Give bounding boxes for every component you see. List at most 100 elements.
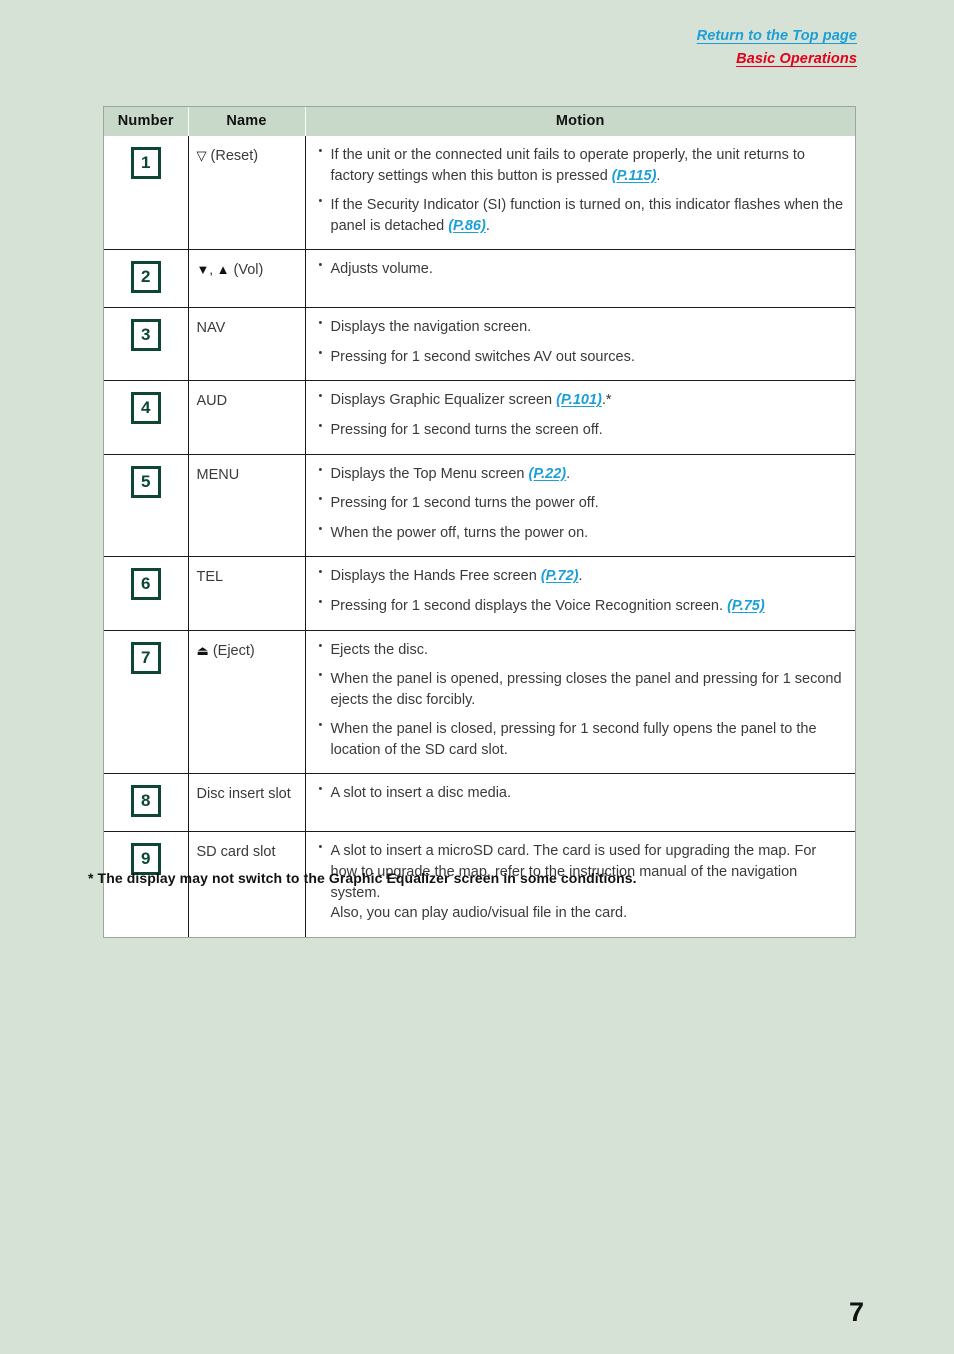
motion-bullet-list: Displays the navigation screen. Pressing … [318,316,846,368]
motion-bullet: When the panel is closed, pressing for 1… [318,718,846,760]
row-motion-cell: Displays the Hands Free screen (P.72). Pr… [305,556,855,631]
row-motion-cell: Displays Graphic Equalizer screen (P.101… [305,380,855,455]
number-badge: 7 [130,641,161,674]
page-reference-link[interactable]: (P.22) [529,466,567,482]
number-badge: 4 [130,392,161,425]
basic-operations-link[interactable]: Basic Operations [736,52,857,67]
motion-text-suffix: . [566,465,571,482]
page-reference-link[interactable]: (P.101) [556,392,602,408]
motion-text: Pressing for 1 second displays the Voice… [330,597,728,614]
motion-bullet: A slot to insert a disc media. [318,782,846,804]
page-reference-link[interactable]: (P.75) [727,598,765,614]
header-links: Return to the Top page Basic Operations [697,28,857,67]
name-label: (Reset) [210,148,259,164]
motion-text-suffix: . [578,568,583,585]
name-label: NAV [196,320,226,337]
row-name-cell: ⏏ (Eject) [188,629,306,774]
motion-bullet-list: Displays the Top Menu screen (P.22). Pres… [318,463,846,544]
motion-text: When the panel is opened, pressing close… [330,671,842,708]
name-label: AUD [196,393,228,410]
motion-bullet-list: A slot to insert a disc media. [318,782,846,804]
row-name-cell: Disc insert slot [188,773,306,832]
row-name-cell: ▽ (Reset) [188,136,306,250]
table-row: 6 TEL Displays the Hands Free screen (P.72… [104,556,855,631]
row-number-cell: 5 [104,453,189,557]
motion-bullet: Pressing for 1 second turns the power of… [318,492,846,514]
motion-text: If the unit or the connected unit fails … [330,147,806,184]
column-header-name: Name [188,107,306,136]
row-motion-cell: Ejects the disc. When the panel is opened… [305,629,855,774]
motion-text: Pressing for 1 second switches AV out so… [330,348,635,365]
table-row: 3 NAV Displays the navigation screen. Press… [104,307,855,381]
footnote-text: * The display may not switch to the Grap… [88,870,637,886]
motion-bullet: Adjusts volume. [318,258,846,280]
number-badge: 2 [130,261,161,294]
table-row: 1 ▽ (Reset) If the unit or the connected u… [104,136,855,250]
name-label: Disc insert slot [196,786,291,803]
name-label: (Eject) [212,642,255,659]
row-number-cell: 2 [104,249,189,308]
motion-text: Displays the Hands Free screen [330,568,541,585]
motion-bullet: Pressing for 1 second switches AV out so… [318,346,846,368]
motion-text: A slot to insert a disc media. [330,785,512,802]
motion-bullet: Pressing for 1 second displays the Voice… [318,595,846,617]
return-to-top-page-link[interactable]: Return to the Top page [697,29,857,44]
row-number-cell: 6 [104,556,189,631]
column-header-motion: Motion [305,107,855,136]
button-reference-table: Number Name Motion 1 ▽ (Reset) If the unit… [103,106,856,938]
motion-text: Adjusts volume. [330,261,433,278]
motion-text: Displays the navigation screen. [330,319,532,336]
row-motion-cell: If the unit or the connected unit fails … [305,136,855,250]
column-header-number: Number [104,107,189,136]
row-number-cell: 4 [104,380,189,455]
motion-text: If the Security Indicator (SI) function … [330,197,844,234]
motion-text: Ejects the disc. [330,641,429,658]
row-name-cell: MENU [188,453,306,557]
motion-text-suffix: . [656,167,661,184]
motion-bullet: Ejects the disc. [318,639,846,661]
row-motion-cell: Adjusts volume. [305,249,855,308]
row-motion-cell: Displays the navigation screen. Pressing … [305,307,855,381]
row-motion-cell: A slot to insert a disc media. [305,773,855,832]
motion-text: When the panel is closed, pressing for 1… [330,721,817,758]
row-number-cell: 3 [104,307,189,381]
motion-bullet: If the Security Indicator (SI) function … [318,194,846,236]
motion-bullet: When the power off, turns the power on. [318,522,846,544]
motion-bullet: When the panel is opened, pressing close… [318,668,846,710]
number-badge: 3 [130,319,161,352]
page-reference-link[interactable]: (P.115) [612,168,657,184]
motion-text-suffix: .* [601,392,612,409]
page-reference-link[interactable]: (P.86) [448,218,486,234]
page-number: 7 [848,1297,864,1327]
row-name-cell: TEL [188,556,306,631]
motion-text-suffix: . [485,217,490,234]
name-symbol-icon: ▼, ▲ [196,262,230,278]
number-badge: 5 [130,465,161,498]
motion-bullet-list: If the unit or the connected unit fails … [318,144,846,236]
page-reference-link[interactable]: (P.72) [541,568,579,584]
table-header-row: Number Name Motion [104,107,855,136]
motion-bullet-list: Displays the Hands Free screen (P.72). Pr… [318,565,846,617]
row-motion-cell: Displays the Top Menu screen (P.22). Pres… [305,453,855,557]
motion-bullet-list: Displays Graphic Equalizer screen (P.101… [318,389,846,441]
table-row: 4 AUD Displays Graphic Equalizer screen (P… [104,380,855,455]
name-label: MENU [196,466,240,483]
table-row: 8 Disc insert slot A slot to insert a disc… [104,773,855,832]
motion-text: Pressing for 1 second turns the screen o… [330,422,603,439]
name-symbol-icon: ▽ [196,148,207,163]
name-label: TEL [196,569,224,586]
row-number-cell: 1 [104,136,189,250]
motion-bullet: Displays Graphic Equalizer screen (P.101… [318,389,846,411]
number-badge: 8 [130,785,161,818]
table-row: 7 ⏏ (Eject) Ejects the disc. When the panel… [104,629,855,774]
name-label: SD card slot [196,844,276,861]
row-number-cell: 8 [104,773,189,832]
motion-text: Displays the Top Menu screen [330,465,529,482]
row-name-cell: ▼, ▲ (Vol) [188,249,306,308]
row-name-cell: NAV [188,307,306,381]
motion-bullet-list: Adjusts volume. [318,258,846,280]
motion-bullet-list: Ejects the disc. When the panel is opened… [318,639,846,761]
motion-bullet: Displays the navigation screen. [318,316,846,338]
motion-bullet: Pressing for 1 second turns the screen o… [318,419,846,441]
motion-bullet: Displays the Top Menu screen (P.22). [318,463,846,485]
